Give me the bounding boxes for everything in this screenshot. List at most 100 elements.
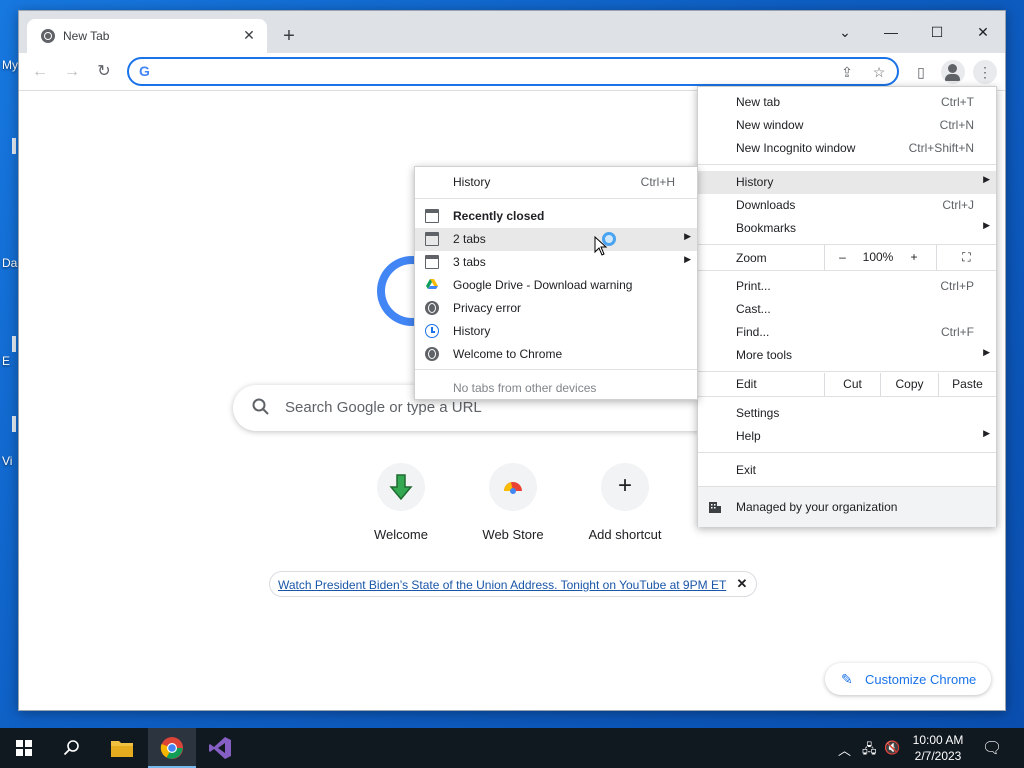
menu-label: No tabs from other devices (453, 381, 597, 395)
menu-item-help[interactable]: Help ▶ (698, 425, 996, 448)
globe-icon (425, 347, 439, 361)
forward-button[interactable]: → (59, 59, 85, 85)
search-placeholder: Search Google or type a URL (285, 399, 482, 416)
chrome-menu-icon[interactable]: ⋮ (973, 60, 997, 84)
menu-shortcut: Ctrl+P (940, 279, 974, 293)
tab-strip: New Tab ✕ + ⌄ — ☐ ✕ (19, 11, 1005, 53)
customize-label: Customize Chrome (865, 672, 977, 687)
menu-item-bookmarks[interactable]: Bookmarks ▶ (698, 217, 996, 240)
volume-muted-icon[interactable]: 🔇 (884, 740, 900, 756)
menu-label: Downloads (736, 198, 796, 212)
menu-label: 2 tabs (453, 232, 486, 246)
zoom-in-button[interactable]: + (896, 245, 932, 270)
menu-item-managed[interactable]: Managed by your organization (698, 487, 996, 527)
history-item-history[interactable]: History (415, 320, 697, 343)
paste-button[interactable]: Paste (938, 373, 996, 396)
menu-item-find[interactable]: Find... Ctrl+F (698, 321, 996, 344)
reload-button[interactable]: ↻ (91, 59, 117, 85)
menu-shortcut: Ctrl+F (941, 325, 974, 339)
cut-button[interactable]: Cut (824, 373, 880, 396)
history-item-welcome[interactable]: Welcome to Chrome (415, 343, 697, 366)
desktop-icon-label[interactable]: Vi (2, 454, 12, 468)
address-bar[interactable]: G ⇪ ☆ (127, 57, 899, 86)
taskbar: ︿ 🖧 🔇 10:00 AM 2/7/2023 🗨 (0, 728, 1024, 768)
menu-item-settings[interactable]: Settings (698, 402, 996, 425)
network-icon[interactable]: 🖧 (862, 740, 877, 762)
menu-shortcut: Ctrl+Shift+N (908, 141, 974, 155)
notification-icon[interactable]: 🗨 (982, 738, 1002, 758)
taskbar-clock[interactable]: 10:00 AM 2/7/2023 (906, 732, 970, 764)
back-button[interactable]: ← (27, 59, 53, 85)
menu-label: More tools (736, 348, 793, 362)
shortcut-welcome[interactable]: Welcome (345, 463, 457, 553)
menu-separator (698, 452, 996, 453)
menu-item-new-window[interactable]: New window Ctrl+N (698, 114, 996, 137)
copy-button[interactable]: Copy (880, 373, 938, 396)
shortcut-add[interactable]: + Add shortcut (569, 463, 681, 553)
desktop-icon[interactable] (12, 138, 16, 154)
search-icon (63, 740, 79, 756)
visual-studio-icon (209, 737, 231, 759)
zoom-out-button[interactable]: – (824, 245, 860, 270)
tab-new-tab[interactable]: New Tab ✕ (27, 19, 267, 53)
menu-item-cast[interactable]: Cast... (698, 298, 996, 321)
taskbar-file-explorer[interactable] (98, 728, 146, 768)
menu-item-history[interactable]: History ▶ (698, 171, 996, 194)
customize-chrome-button[interactable]: ✎ Customize Chrome (825, 663, 991, 695)
taskbar-chrome[interactable] (148, 728, 196, 768)
chrome-icon (160, 737, 183, 759)
menu-item-downloads[interactable]: Downloads Ctrl+J (698, 194, 996, 217)
menu-label: History (453, 175, 491, 189)
promo-close-icon[interactable]: ✕ (734, 576, 750, 592)
menu-item-print[interactable]: Print... Ctrl+P (698, 275, 996, 298)
minimize-button[interactable]: — (871, 19, 911, 45)
menu-label: Managed by your organization (736, 500, 898, 514)
address-input[interactable] (159, 62, 819, 82)
history-menu-history[interactable]: History Ctrl+H (415, 171, 697, 194)
menu-label: New Incognito window (736, 141, 856, 155)
shortcut-web-store[interactable]: Web Store (457, 463, 569, 553)
busy-spinner-icon (602, 232, 616, 246)
menu-item-exit[interactable]: Exit (698, 459, 996, 482)
tabs-icon (425, 232, 439, 246)
history-item-google-drive[interactable]: Google Drive - Download warning (415, 274, 697, 297)
taskbar-search-button[interactable] (48, 728, 96, 768)
share-icon[interactable]: ⇪ (837, 62, 857, 82)
folder-icon (111, 741, 133, 757)
tab-close-icon[interactable]: ✕ (239, 25, 259, 45)
menu-label: Exit (736, 463, 757, 477)
history-item-2-tabs[interactable]: 2 tabs ▶ (415, 228, 697, 251)
tabs-icon (425, 209, 439, 223)
clock-date: 2/7/2023 (914, 749, 962, 763)
bookmark-star-icon[interactable]: ☆ (869, 62, 889, 82)
tab-search-chevron-icon[interactable]: ⌄ (825, 19, 865, 45)
tray-chevron-icon[interactable]: ︿ (838, 740, 851, 759)
tabs-icon (425, 255, 439, 269)
desktop-icon[interactable] (12, 336, 16, 352)
side-panel-icon[interactable]: ▯ (909, 60, 933, 84)
close-window-button[interactable]: ✕ (963, 19, 1003, 45)
windows-icon (16, 740, 32, 756)
profile-avatar[interactable] (941, 60, 965, 84)
menu-separator (698, 371, 996, 372)
menu-item-more-tools[interactable]: More tools ▶ (698, 344, 996, 367)
desktop-icon-label[interactable]: My (2, 58, 18, 72)
start-button[interactable] (0, 728, 48, 768)
fullscreen-icon[interactable]: ⛶ (936, 245, 996, 270)
history-item-privacy-error[interactable]: Privacy error (415, 297, 697, 320)
desktop-icon-label[interactable]: E (2, 354, 10, 368)
desktop-icon[interactable] (12, 416, 16, 432)
submenu-arrow-icon: ▶ (983, 220, 990, 230)
maximize-button[interactable]: ☐ (917, 19, 957, 45)
history-item-3-tabs[interactable]: 3 tabs ▶ (415, 251, 697, 274)
promo-link[interactable]: Watch President Biden’s State of the Uni… (278, 578, 726, 592)
menu-label: Privacy error (453, 301, 522, 315)
menu-label: History (453, 324, 491, 338)
menu-label: Welcome to Chrome (453, 347, 563, 361)
menu-item-zoom: Zoom – 100% + ⛶ (698, 245, 996, 270)
taskbar-visual-studio[interactable] (196, 728, 244, 768)
menu-item-new-incognito[interactable]: New Incognito window Ctrl+Shift+N (698, 137, 996, 160)
desktop-icon-label[interactable]: Da (2, 256, 17, 270)
menu-item-new-tab[interactable]: New tab Ctrl+T (698, 91, 996, 114)
new-tab-button[interactable]: + (275, 23, 303, 51)
